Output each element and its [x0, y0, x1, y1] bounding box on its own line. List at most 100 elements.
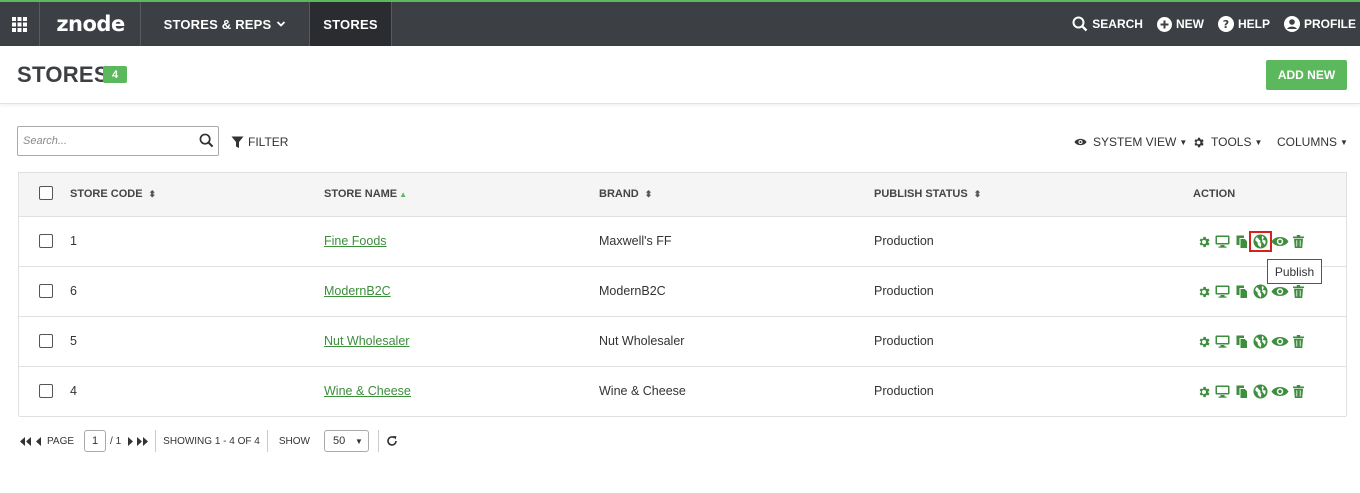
system-view-label: SYSTEM VIEW	[1093, 135, 1177, 149]
page-number-input[interactable]: 1	[84, 430, 107, 452]
prev-page-icon[interactable]	[35, 436, 42, 446]
gear-icon	[1194, 137, 1204, 147]
publish-status-cell: Production	[874, 284, 934, 298]
eye-icon	[1271, 235, 1289, 248]
monitor-action-button[interactable]	[1213, 233, 1232, 250]
columns-dropdown[interactable]: COLUMNS ▼	[1277, 135, 1348, 149]
gear-action-button[interactable]	[1194, 283, 1213, 300]
trash-action-button[interactable]	[1289, 233, 1308, 250]
eye-action-button[interactable]	[1270, 383, 1289, 400]
sort-icon: ⬍	[973, 188, 981, 199]
store-name-link[interactable]: Nut Wholesaler	[324, 334, 409, 348]
store-code-cell: 4	[70, 384, 77, 398]
refresh-icon[interactable]	[386, 435, 398, 447]
search-nav-label: SEARCH	[1092, 17, 1143, 31]
page-size-select[interactable]: 50 ▼	[323, 430, 369, 452]
copy-icon	[1236, 235, 1248, 249]
new-nav-button[interactable]: NEW	[1156, 16, 1204, 32]
gear-icon	[1197, 335, 1211, 349]
column-header-brand[interactable]: BRAND ⬍	[599, 188, 652, 200]
copy-action-button[interactable]	[1232, 333, 1251, 350]
column-header-action: ACTION	[1193, 188, 1235, 200]
gear-action-button[interactable]	[1194, 233, 1213, 250]
page-title: STORES	[17, 62, 109, 87]
nav-stores-tab[interactable]: STORES	[310, 2, 392, 46]
column-header-publish-status[interactable]: PUBLISH STATUS ⬍	[874, 188, 981, 200]
eye-action-button[interactable]	[1270, 233, 1289, 250]
column-header-store-name[interactable]: STORE NAME ▲	[324, 188, 407, 200]
monitor-action-button[interactable]	[1213, 283, 1232, 300]
trash-action-button[interactable]	[1289, 283, 1308, 300]
brand-cell: ModernB2C	[599, 284, 666, 298]
brand-cell: Nut Wholesaler	[599, 334, 685, 348]
count-badge: 4	[103, 66, 127, 83]
copy-action-button[interactable]	[1232, 233, 1251, 250]
trash-action-button[interactable]	[1289, 383, 1308, 400]
user-icon	[1283, 16, 1300, 32]
system-view-dropdown[interactable]: SYSTEM VIEW ▼	[1074, 135, 1187, 149]
store-name-link[interactable]: Wine & Cheese	[324, 384, 411, 398]
add-new-button[interactable]: ADD NEW	[1266, 60, 1347, 90]
caret-down-icon: ▼	[355, 436, 363, 446]
tools-dropdown[interactable]: TOOLS ▼	[1192, 135, 1262, 149]
help-icon: ?	[1217, 16, 1234, 32]
row-checkbox[interactable]	[39, 334, 53, 348]
search-input[interactable]	[23, 132, 193, 150]
gear-icon	[1197, 235, 1211, 249]
brand-cell: Maxwell's FF	[599, 234, 672, 248]
filter-button[interactable]: FILTER	[231, 135, 288, 149]
stores-table: STORE CODE ⬍ STORE NAME ▲ BRAND ⬍ PUBLISH S…	[18, 172, 1347, 417]
table-row: 5 Nut Wholesaler Nut Wholesaler Production	[19, 317, 1346, 367]
gear-icon	[1197, 385, 1211, 399]
filter-label: FILTER	[248, 135, 289, 149]
store-code-cell: 6	[70, 284, 77, 298]
last-page-icon[interactable]	[137, 436, 149, 446]
pagination: PAGE 1 / 1 SHOWING 1 - 4 OF 4 SHOW 50 ▼	[20, 429, 398, 453]
copy-action-button[interactable]	[1232, 383, 1251, 400]
first-page-icon[interactable]	[20, 436, 31, 446]
store-code-cell: 5	[70, 334, 77, 348]
help-nav-button[interactable]: ? HELP	[1217, 16, 1270, 32]
monitor-action-button[interactable]	[1213, 383, 1232, 400]
page-label: PAGE	[47, 435, 75, 447]
globe-action-button[interactable]	[1251, 333, 1270, 350]
nav-stores-reps-menu[interactable]: STORES & REPS	[141, 2, 310, 46]
gear-action-button[interactable]	[1194, 333, 1213, 350]
eye-action-button[interactable]	[1270, 283, 1289, 300]
copy-action-button[interactable]	[1232, 283, 1251, 300]
profile-nav-button[interactable]: PROFILE	[1283, 16, 1356, 32]
filter-icon	[231, 136, 244, 148]
globe-action-button[interactable]	[1251, 283, 1270, 300]
store-code-cell: 1	[70, 234, 77, 248]
row-actions	[1194, 383, 1308, 400]
search-nav-button[interactable]: SEARCH	[1072, 16, 1143, 32]
search-button[interactable]	[199, 133, 214, 153]
globe-action-button[interactable]	[1251, 383, 1270, 400]
apps-grid-icon[interactable]	[0, 2, 40, 46]
copy-icon	[1236, 285, 1248, 299]
copy-icon	[1236, 335, 1248, 349]
znode-logo[interactable]: znode	[41, 2, 141, 46]
next-page-icon[interactable]	[127, 436, 134, 446]
table-row: 1 Fine Foods Maxwell's FF Production	[19, 217, 1346, 267]
gear-action-button[interactable]	[1194, 383, 1213, 400]
store-name-link[interactable]: ModernB2C	[324, 284, 391, 298]
globe-action-button[interactable]	[1249, 231, 1272, 252]
monitor-icon	[1215, 235, 1230, 248]
trash-action-button[interactable]	[1289, 333, 1308, 350]
select-all-checkbox[interactable]	[39, 186, 53, 200]
row-checkbox[interactable]	[39, 384, 53, 398]
table-row: 6 ModernB2C ModernB2C Production	[19, 267, 1346, 317]
store-name-link[interactable]: Fine Foods	[324, 234, 387, 248]
monitor-action-button[interactable]	[1213, 333, 1232, 350]
sort-ascending-icon: ▲	[399, 189, 408, 199]
row-checkbox[interactable]	[39, 284, 53, 298]
search-icon	[1072, 16, 1088, 32]
column-header-store-code[interactable]: STORE CODE ⬍	[70, 188, 156, 200]
row-checkbox[interactable]	[39, 234, 53, 248]
eye-action-button[interactable]	[1270, 333, 1289, 350]
profile-nav-label: PROFILE	[1303, 17, 1356, 31]
eye-icon	[1074, 138, 1087, 146]
show-label: SHOW	[278, 435, 310, 447]
columns-label: COLUMNS	[1277, 135, 1338, 149]
